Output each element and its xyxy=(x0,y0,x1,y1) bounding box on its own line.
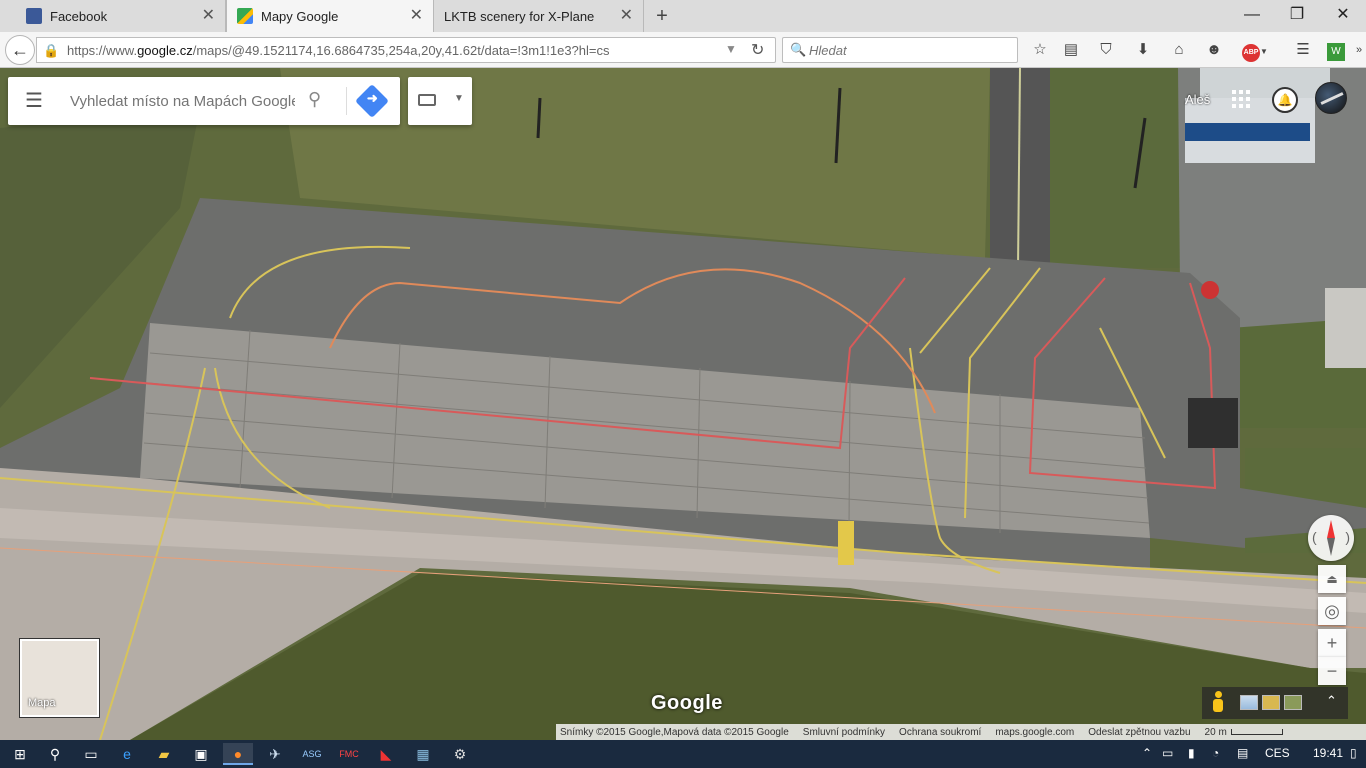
search-icon[interactable]: ⚲ xyxy=(40,743,70,765)
star-icon[interactable]: ☆ xyxy=(1029,40,1051,62)
search-bar[interactable]: 🔍 xyxy=(782,37,1018,63)
site-link[interactable]: maps.google.com xyxy=(995,727,1074,738)
compass-control[interactable]: ( ) xyxy=(1308,515,1354,561)
asg-icon[interactable]: ASG xyxy=(297,743,327,765)
file-explorer-icon[interactable]: ▰ xyxy=(149,743,179,765)
chevron-up-icon[interactable]: ⌃ xyxy=(1142,746,1152,760)
tab-bar: Facebook ✕ Mapy Google ✕ LKTB scenery fo… xyxy=(0,0,1366,32)
url-text: https://www.google.cz/maps/@49.1521174,1… xyxy=(67,43,610,58)
maps-search-box: ☰ ⚲ ➜ xyxy=(8,77,400,125)
reload-icon[interactable]: ↻ xyxy=(751,40,764,60)
compass-south-icon xyxy=(1327,538,1335,556)
download-icon[interactable]: ⬇ xyxy=(1132,40,1154,62)
directions-icon[interactable]: ➜ xyxy=(355,84,389,118)
google-maps-icon xyxy=(237,8,253,24)
feedback-link[interactable]: Odeslat zpětnou vazbu xyxy=(1088,727,1190,738)
emoji-icon[interactable]: ☻ xyxy=(1203,40,1225,62)
close-tab-icon[interactable]: ✕ xyxy=(410,8,423,24)
action-center-icon[interactable]: ▤ xyxy=(1237,746,1248,760)
google-logo: Google xyxy=(651,692,723,714)
language-indicator[interactable]: CES xyxy=(1265,746,1290,760)
map-type-toggle[interactable]: Mapa xyxy=(20,639,99,717)
red-app-icon[interactable]: ◣ xyxy=(371,743,401,765)
overflow-icon[interactable]: » xyxy=(1348,40,1366,62)
back-button[interactable]: ← xyxy=(5,35,35,65)
wifi-icon[interactable]: ◔ xyxy=(1212,746,1219,760)
tab-facebook[interactable]: Facebook ✕ xyxy=(16,0,226,32)
new-tab-button[interactable]: + xyxy=(650,5,674,27)
minimize-button[interactable]: — xyxy=(1237,4,1267,26)
user-name[interactable]: Aleš xyxy=(1185,92,1210,107)
battery-icon[interactable]: ▮ xyxy=(1188,746,1195,760)
notification-icon[interactable]: ▯ xyxy=(1350,746,1357,760)
tab-google-maps[interactable]: Mapy Google ✕ xyxy=(226,0,434,32)
pegman-icon[interactable] xyxy=(1212,691,1224,713)
avatar[interactable] xyxy=(1315,82,1347,114)
app-icon[interactable]: ⚙ xyxy=(445,743,475,765)
rotate-left-icon[interactable]: ( xyxy=(1312,529,1317,545)
navigation-bar: ← 🔒 https://www.google.cz/maps/@49.15211… xyxy=(0,32,1366,68)
divider xyxy=(346,87,347,115)
firefox-icon[interactable]: ● xyxy=(223,743,253,765)
keyboard-icon xyxy=(418,94,436,106)
close-tab-icon[interactable]: ✕ xyxy=(202,8,215,24)
edge-icon[interactable]: e xyxy=(112,743,142,765)
tab-label: Mapy Google xyxy=(261,8,339,24)
lock-icon[interactable]: 🔒 xyxy=(43,43,59,59)
adblock-icon[interactable]: ABP ▼ xyxy=(1240,40,1270,62)
pocket-icon[interactable]: ⛉ xyxy=(1095,40,1117,62)
reading-list-icon[interactable]: ▤ xyxy=(1060,40,1082,62)
home-icon[interactable]: ⌂ xyxy=(1168,40,1190,62)
street-view-bar: ⌃ xyxy=(1202,687,1348,719)
window-close-button[interactable]: ✕ xyxy=(1328,4,1358,26)
tilt-toggle-button[interactable]: ⏏ xyxy=(1318,565,1346,593)
imagery-thumbnail[interactable] xyxy=(1284,695,1302,710)
search-input[interactable] xyxy=(809,41,1009,59)
rotate-right-icon[interactable]: ) xyxy=(1345,529,1350,545)
imagery-attribution: Snímky ©2015 Google,Mapová data ©2015 Go… xyxy=(560,726,789,738)
scale-bar[interactable]: 20 m xyxy=(1205,727,1283,738)
apps-grid-icon[interactable] xyxy=(1232,90,1250,108)
imagery-thumbnail[interactable] xyxy=(1262,695,1280,710)
tab-label: LKTB scenery for X-Plane xyxy=(444,8,595,24)
map-footer: Snímky ©2015 Google,Mapová data ©2015 Go… xyxy=(556,724,1366,740)
my-location-button[interactable]: ◎ xyxy=(1318,597,1346,625)
menu-icon[interactable]: ☰ xyxy=(1292,40,1314,62)
minimap-label: Mapa xyxy=(28,697,56,709)
hamburger-menu-icon[interactable]: ☰ xyxy=(25,91,43,111)
notifications-bell-icon[interactable]: 🔔 xyxy=(1272,87,1298,113)
compass-north-icon xyxy=(1327,520,1335,538)
image-viewer-icon[interactable]: ▦ xyxy=(408,743,438,765)
address-bar[interactable]: 🔒 https://www.google.cz/maps/@49.1521174… xyxy=(36,37,776,63)
zoom-out-button[interactable]: − xyxy=(1318,657,1346,685)
tab-lktb-scenery[interactable]: LKTB scenery for X-Plane ✕ xyxy=(434,0,644,32)
imagery-thumbnail[interactable] xyxy=(1240,695,1258,710)
search-icon[interactable]: ⚲ xyxy=(308,89,321,110)
fmc-icon[interactable]: FMC xyxy=(334,743,364,765)
task-view-icon[interactable]: ▭ xyxy=(76,743,106,765)
privacy-link[interactable]: Ochrana soukromí xyxy=(899,727,981,738)
map-canvas[interactable]: ☰ ⚲ ➜ ▼ Aleš 🔔 ( ) ⏏ ◎ + − Mapa Google ⌃… xyxy=(0,68,1366,740)
facebook-icon xyxy=(26,8,42,24)
expand-icon[interactable]: ⌃ xyxy=(1326,693,1337,709)
windows-taskbar: ⊞ ⚲ ▭ e ▰ ▣ ● ✈ ASG FMC ◣ ▦ ⚙ ⌃ ▭ ▮ ◔ ▤ … xyxy=(0,740,1366,768)
search-icon: 🔍 xyxy=(790,42,807,57)
clock[interactable]: 19:41 xyxy=(1313,746,1343,760)
tab-label: Facebook xyxy=(50,8,108,24)
terms-link[interactable]: Smluvní podmínky xyxy=(803,727,885,738)
network-icon[interactable]: ▭ xyxy=(1162,746,1173,760)
input-tools-button[interactable]: ▼ xyxy=(408,77,472,125)
extension-icon[interactable]: W xyxy=(1325,40,1347,62)
zoom-in-button[interactable]: + xyxy=(1318,629,1346,657)
chevron-down-icon[interactable]: ▼ xyxy=(725,42,737,56)
restore-button[interactable]: ❐ xyxy=(1282,4,1312,26)
close-tab-icon[interactable]: ✕ xyxy=(620,8,633,24)
maps-search-input[interactable] xyxy=(70,90,295,112)
chevron-down-icon[interactable]: ▼ xyxy=(454,93,464,104)
plane-app-icon[interactable]: ✈ xyxy=(260,743,290,765)
windows-start-icon[interactable]: ⊞ xyxy=(5,743,35,765)
aerial-imagery xyxy=(0,68,1366,740)
store-icon[interactable]: ▣ xyxy=(186,743,216,765)
